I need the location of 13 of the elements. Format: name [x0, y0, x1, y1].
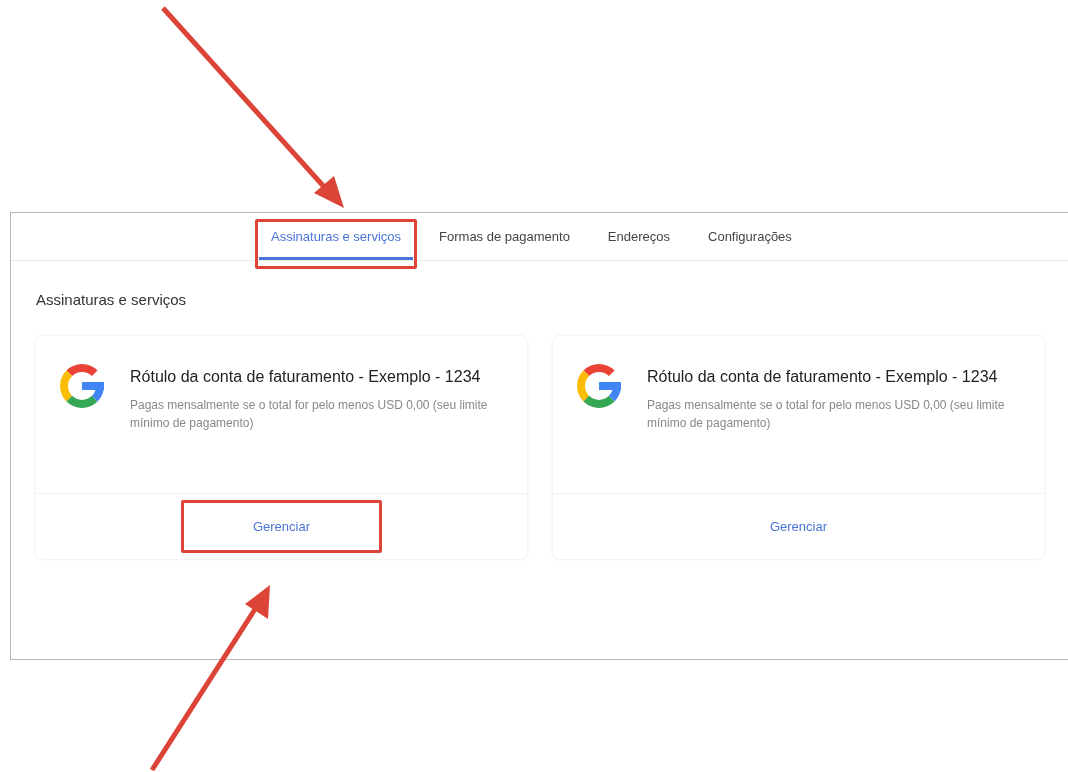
manage-button[interactable]: Gerenciar: [757, 511, 840, 542]
tab[interactable]: Formas de pagamento: [427, 213, 582, 260]
account-description: Pagas mensalmente se o total for pelo menos USD 0,00 (seu limite mínimo de pagamento): [130, 397, 489, 432]
tab[interactable]: Endereços: [595, 213, 682, 260]
manage-button[interactable]: Gerenciar: [240, 511, 323, 542]
account-title: Rótulo da conta de faturamento - Exemplo - 1234: [647, 368, 999, 386]
account-description: Pagas mensalmente se o total for pelo menos USD 0,00 (seu limite mínimo de pagamento): [647, 397, 1006, 432]
tab[interactable]: Assinaturas e serviços: [259, 213, 414, 260]
google-logo-icon: [58, 362, 106, 410]
account-title: Rótulo da conta de faturamento - Exemplo - 1234: [130, 368, 482, 386]
tab[interactable]: Configurações: [696, 213, 804, 260]
section-title: Assinaturas e serviços: [36, 291, 188, 308]
google-logo-icon: [575, 362, 623, 410]
